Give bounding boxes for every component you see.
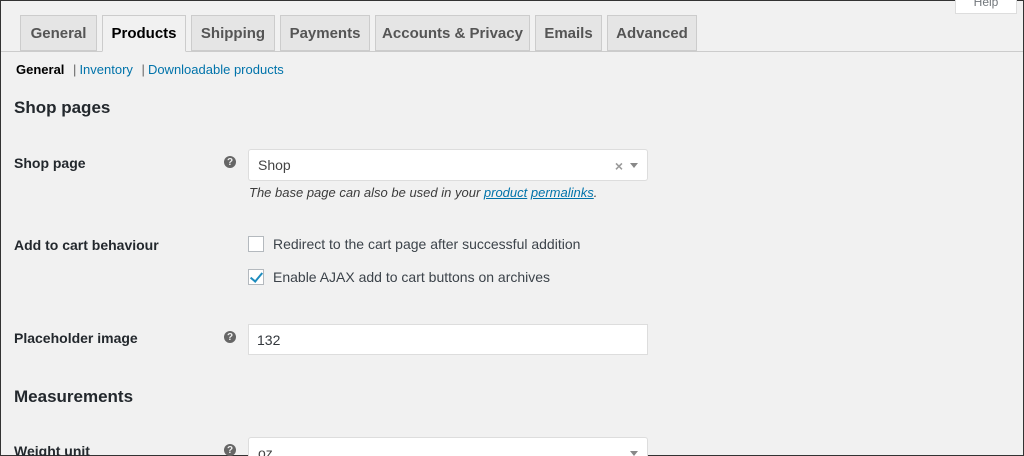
shop-page-label: Shop page (14, 155, 86, 171)
shop-page-description: The base page can also be used in your p… (249, 185, 597, 200)
subnav-inventory[interactable]: Inventory (79, 62, 132, 77)
help-tab[interactable]: Help (955, 0, 1017, 14)
section-heading-measurements: Measurements (14, 387, 134, 406)
placeholder-image-label: Placeholder image (14, 330, 138, 346)
weight-unit-select[interactable]: oz (248, 437, 648, 456)
tab-products[interactable]: Products (102, 15, 186, 52)
add-to-cart-label: Add to cart behaviour (14, 237, 159, 253)
tab-general[interactable]: General (20, 15, 97, 51)
placeholder-image-input[interactable]: 132 (248, 324, 648, 355)
redirect-to-cart-checkbox[interactable] (248, 236, 264, 252)
settings-tabs: General Products Shipping Payments Accou… (1, 15, 1023, 52)
tab-emails[interactable]: Emails (535, 15, 602, 51)
help-tip-icon[interactable]: ? (224, 331, 236, 343)
weight-unit-value: oz (258, 445, 273, 456)
ajax-add-to-cart-label: Enable AJAX add to cart buttons on archi… (273, 269, 551, 285)
desc-suffix: . (593, 185, 598, 200)
section-subnav: General | Inventory | Downloadable product… (16, 62, 284, 77)
weight-unit-label: Weight unit (14, 443, 90, 456)
ajax-add-to-cart-option: Enable AJAX add to cart buttons on archi… (248, 269, 550, 285)
product-link[interactable]: product (484, 185, 527, 200)
shop-page-select[interactable]: Shop × (248, 149, 648, 181)
tab-shipping[interactable]: Shipping (191, 15, 275, 51)
shop-page-value: Shop (258, 157, 291, 173)
chevron-down-icon (630, 451, 638, 456)
tab-payments[interactable]: Payments (280, 15, 370, 51)
tab-accounts-privacy[interactable]: Accounts & Privacy (375, 15, 530, 51)
redirect-to-cart-label: Redirect to the cart page after successf… (273, 236, 581, 252)
redirect-to-cart-option: Redirect to the cart page after successf… (248, 236, 580, 252)
chevron-down-icon (630, 163, 638, 168)
clear-icon[interactable]: × (615, 158, 623, 174)
subnav-separator: | (141, 62, 145, 77)
ajax-add-to-cart-checkbox[interactable] (248, 269, 264, 285)
permalinks-link[interactable]: permalinks (531, 185, 594, 200)
tab-advanced[interactable]: Advanced (607, 15, 697, 51)
section-heading-shop-pages: Shop pages (14, 98, 111, 117)
subnav-downloadable-products[interactable]: Downloadable products (148, 62, 284, 77)
desc-text: The base page can also be used in your (249, 185, 484, 200)
help-tip-icon[interactable]: ? (224, 444, 236, 456)
help-tip-icon[interactable]: ? (224, 156, 236, 168)
subnav-general[interactable]: General (16, 62, 64, 77)
subnav-separator: | (73, 62, 77, 77)
